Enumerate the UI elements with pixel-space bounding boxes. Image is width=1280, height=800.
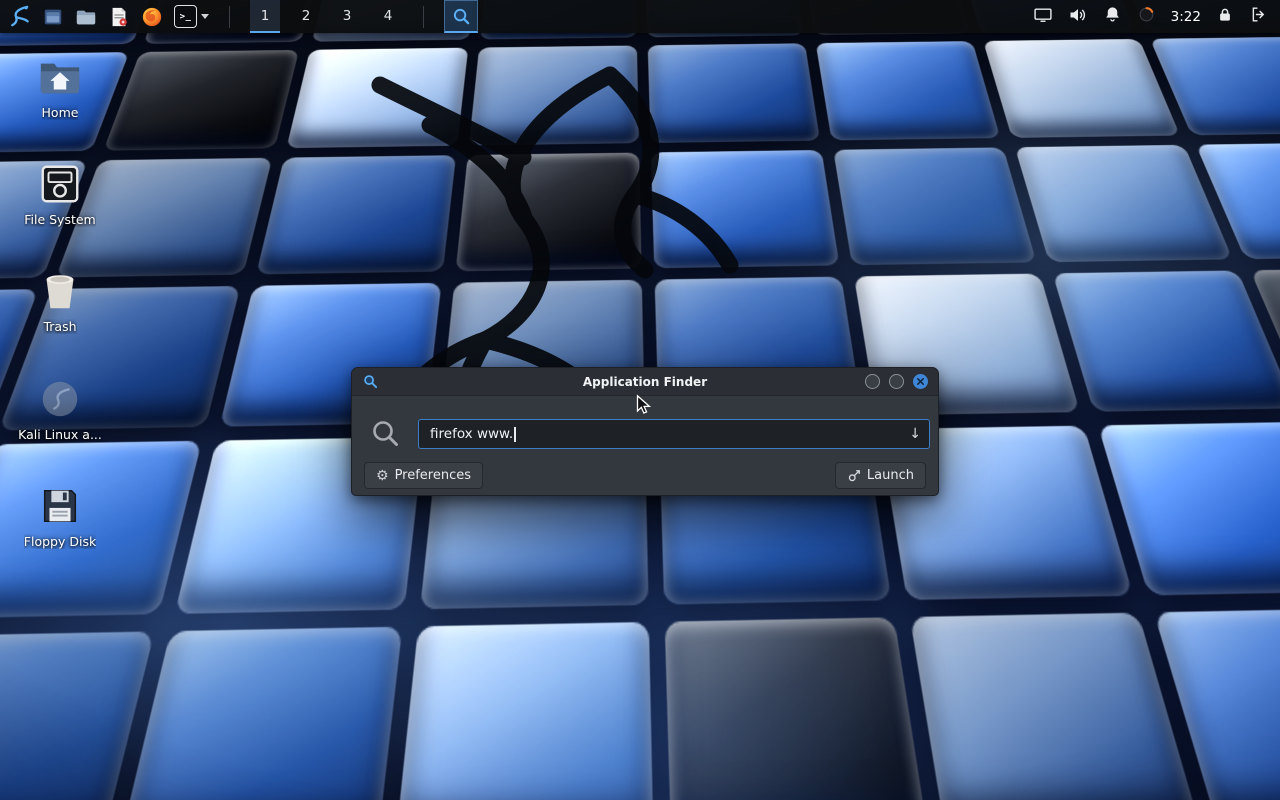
search-input[interactable]: firefox www. ↓ (418, 419, 930, 449)
close-button[interactable] (913, 374, 928, 389)
desktop-icon-label: Home (42, 105, 79, 120)
panel-separator (423, 6, 424, 28)
preferences-button[interactable]: ⚙ Preferences (364, 462, 483, 489)
search-query-text: firefox www. (430, 426, 513, 442)
top-panel: >_ 1 2 3 4 (0, 0, 1280, 33)
desktop-icon-floppy-disk[interactable]: Floppy Disk (12, 483, 108, 549)
dropdown-arrow-icon[interactable]: ↓ (909, 426, 921, 442)
launch-label: Launch (867, 468, 914, 483)
kali-docs-icon (37, 376, 83, 422)
gear-icon: ⚙ (376, 469, 389, 483)
terminal-glyph: >_ (180, 12, 192, 22)
kali-menu-icon[interactable] (6, 0, 31, 33)
workspace-1[interactable]: 1 (250, 0, 280, 33)
launch-button[interactable]: Launch (835, 462, 926, 489)
notifications-icon[interactable] (1103, 5, 1122, 28)
desktop-icon-label: File System (24, 212, 96, 227)
window-title: Application Finder (352, 375, 938, 389)
panel-separator (229, 6, 230, 28)
file-manager-icon[interactable] (42, 0, 64, 33)
window-controls (865, 374, 928, 389)
workspace-2[interactable]: 2 (291, 0, 321, 33)
workspace-3[interactable]: 3 (332, 0, 362, 33)
wallpaper-cube (665, 617, 928, 800)
desktop-icon-home[interactable]: Home (12, 54, 108, 120)
panel-launchers: >_ 1 2 3 4 (0, 0, 478, 33)
trash-can-icon (37, 268, 83, 314)
desktop-icon-kali-docs[interactable]: Kali Linux a... (12, 376, 108, 442)
minimize-button[interactable] (865, 374, 880, 389)
lock-icon[interactable] (1216, 6, 1234, 28)
desktop-icon-label: Trash (43, 319, 76, 334)
wallpaper-cube (395, 622, 653, 800)
panel-clock[interactable]: 3:22 (1171, 9, 1201, 25)
wallpaper-cube (103, 50, 299, 151)
wallpaper-cube (833, 147, 1037, 265)
wallpaper-cube (816, 41, 1001, 140)
wallpaper-cube (910, 613, 1201, 800)
wallpaper-cube (118, 627, 403, 800)
search-icon (452, 7, 471, 26)
workspace-4[interactable]: 4 (373, 0, 403, 33)
text-caret (514, 427, 516, 442)
logout-icon[interactable] (1249, 5, 1268, 28)
wallpaper-cube (0, 631, 154, 800)
desktop-icon-label: Kali Linux a... (18, 427, 102, 442)
close-icon (916, 377, 925, 386)
app-finder-icon (363, 374, 378, 389)
firefox-icon[interactable] (141, 0, 163, 33)
folder-icon[interactable] (75, 0, 97, 33)
desktop-icon-file-system[interactable]: File System (12, 161, 108, 227)
wallpaper-cube (983, 39, 1180, 138)
desktop-screen: >_ 1 2 3 4 (0, 0, 1280, 800)
launch-icon (847, 469, 861, 483)
application-finder-window: Application Finder firefox www. ↓ (351, 367, 939, 496)
wallpaper-cube (1015, 145, 1233, 262)
wallpaper-cube (1053, 270, 1280, 411)
volume-icon[interactable] (1068, 5, 1088, 29)
floppy-disk-icon (37, 483, 83, 529)
chevron-down-icon[interactable] (201, 14, 209, 19)
home-folder-icon (37, 54, 83, 100)
system-tray: 3:22 (1033, 5, 1280, 29)
filesystem-drive-icon (37, 161, 83, 207)
search-icon (370, 418, 400, 452)
desktop-icon-trash[interactable]: Trash (12, 268, 108, 334)
status-orb-icon[interactable] (1137, 5, 1156, 28)
titlebar[interactable]: Application Finder (352, 368, 938, 396)
display-icon[interactable] (1033, 5, 1053, 29)
preferences-label: Preferences (395, 468, 471, 483)
terminal-icon[interactable]: >_ (174, 0, 209, 33)
text-editor-icon[interactable] (108, 0, 130, 33)
desktop-icon-label: Floppy Disk (24, 534, 96, 549)
maximize-button[interactable] (889, 374, 904, 389)
application-finder-launcher[interactable] (444, 0, 478, 33)
